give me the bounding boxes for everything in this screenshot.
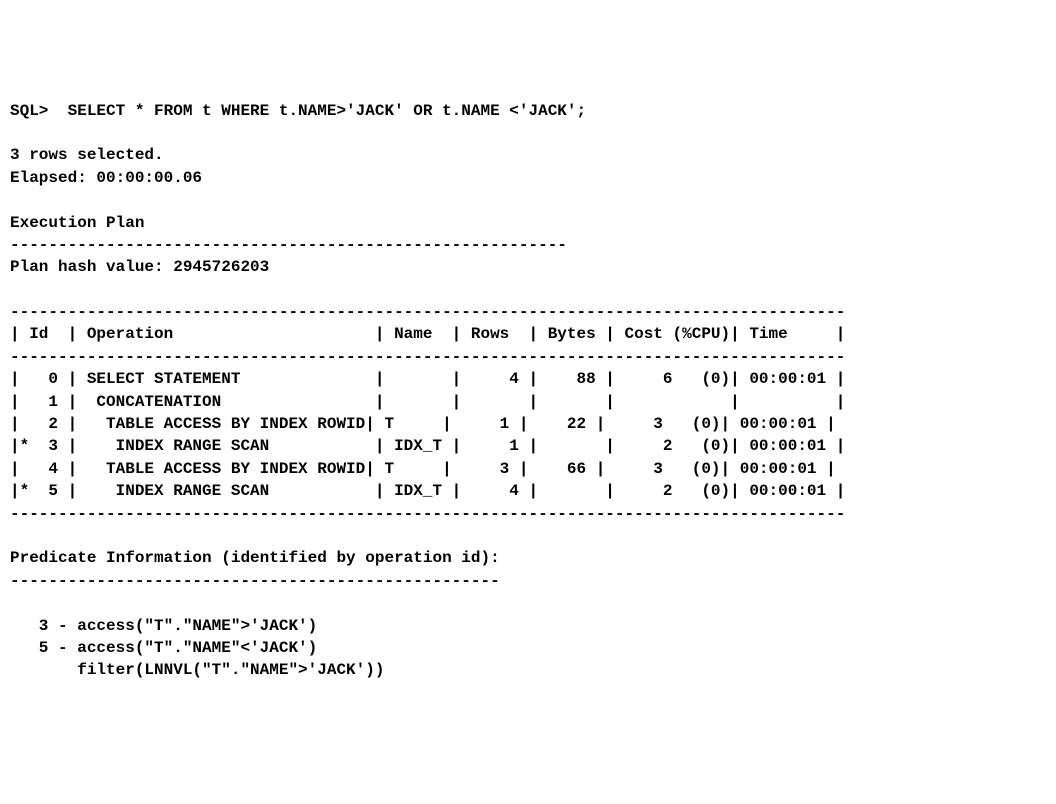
sql-query: SELECT * FROM t WHERE t.NAME>'JACK' OR t…	[68, 102, 586, 120]
divider-line: ----------------------------------------…	[10, 505, 845, 523]
divider-line: ----------------------------------------…	[10, 303, 845, 321]
predicate-info-header: Predicate Information (identified by ope…	[10, 549, 500, 567]
divider-line: ----------------------------------------…	[10, 348, 845, 366]
plan-row: | 1 | CONCATENATION | | | | | |	[10, 393, 845, 411]
exec-plan-header: Execution Plan	[10, 214, 144, 232]
plan-row: | 2 | TABLE ACCESS BY INDEX ROWID| T | 1…	[10, 415, 836, 433]
sql-terminal-output: SQL> SELECT * FROM t WHERE t.NAME>'JACK'…	[10, 100, 1046, 682]
predicate-line: 5 - access("T"."NAME"<'JACK')	[10, 639, 317, 657]
rows-selected: 3 rows selected.	[10, 146, 164, 164]
sql-prompt: SQL>	[10, 102, 48, 120]
plan-table-header: | Id | Operation | Name | Rows | Bytes |…	[10, 325, 845, 343]
plan-row: | 4 | TABLE ACCESS BY INDEX ROWID| T | 3…	[10, 460, 836, 478]
elapsed-time: Elapsed: 00:00:00.06	[10, 169, 202, 187]
divider-line: ----------------------------------------…	[10, 236, 567, 254]
plan-hash-value: Plan hash value: 2945726203	[10, 258, 269, 276]
plan-row: | 0 | SELECT STATEMENT | | 4 | 88 | 6 (0…	[10, 370, 845, 388]
predicate-line: filter(LNNVL("T"."NAME">'JACK'))	[10, 661, 384, 679]
predicate-line: 3 - access("T"."NAME">'JACK')	[10, 617, 317, 635]
plan-row: |* 3 | INDEX RANGE SCAN | IDX_T | 1 | | …	[10, 437, 845, 455]
divider-line: ----------------------------------------…	[10, 572, 500, 590]
plan-row: |* 5 | INDEX RANGE SCAN | IDX_T | 4 | | …	[10, 482, 845, 500]
